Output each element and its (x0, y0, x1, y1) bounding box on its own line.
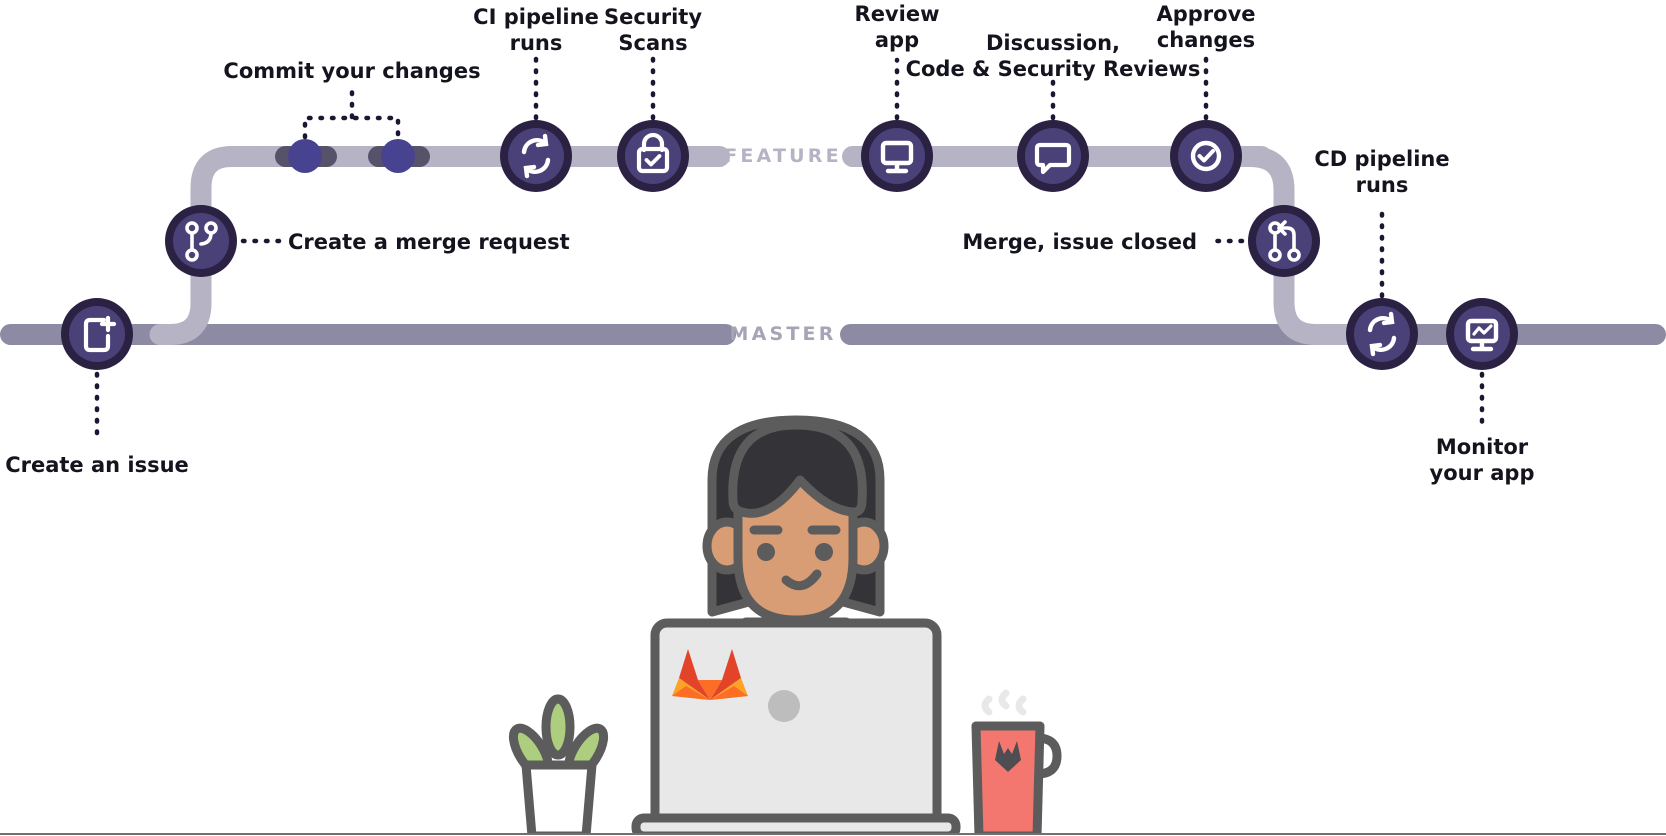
potted-plant (508, 694, 609, 833)
node-cd-pipeline[interactable] (1346, 298, 1418, 370)
node-approve-changes[interactable] (1170, 120, 1242, 192)
node-monitor-app[interactable] (1446, 298, 1518, 370)
node-review-app[interactable] (861, 120, 933, 192)
label-merge-closed: Merge, issue closed (962, 230, 1197, 254)
coffee-mug (971, 689, 1062, 833)
branch-label-master: MASTER (729, 323, 837, 345)
label-create-merge-request: Create a merge request (288, 230, 570, 254)
node-security-scans[interactable] (617, 120, 689, 192)
laptop (631, 618, 961, 833)
commit-dot[interactable] (381, 139, 415, 173)
commit-bracket (302, 115, 401, 140)
label-monitor-app: Monitor your app (1429, 435, 1535, 486)
label-security-scans: Security Scans (603, 5, 703, 56)
commit-dot[interactable] (288, 139, 322, 173)
diagram-canvas (0, 53, 1666, 833)
node-create-merge-request[interactable] (165, 205, 237, 277)
label-commit-your-changes: Commit your changes (223, 59, 481, 83)
gitlab-workflow-diagram: FEATURE MASTER Create an issue Create a … (0, 0, 1666, 836)
label-create-issue: Create an issue (5, 453, 189, 477)
developer-illustration (508, 415, 1062, 833)
node-merge-closed[interactable] (1248, 205, 1320, 277)
label-approve-changes: Approve changes (1156, 2, 1256, 53)
node-ci-pipeline[interactable] (500, 120, 572, 192)
branch-label-feature: FEATURE (724, 145, 842, 167)
steam-icon (981, 689, 1027, 716)
node-create-issue[interactable] (61, 298, 133, 370)
label-cd-pipeline: CD pipeline runs (1314, 147, 1450, 198)
node-discussion[interactable] (1017, 120, 1089, 192)
baseline-divider (0, 833, 1666, 835)
label-ci-pipeline: CI pipeline runs (473, 5, 599, 56)
